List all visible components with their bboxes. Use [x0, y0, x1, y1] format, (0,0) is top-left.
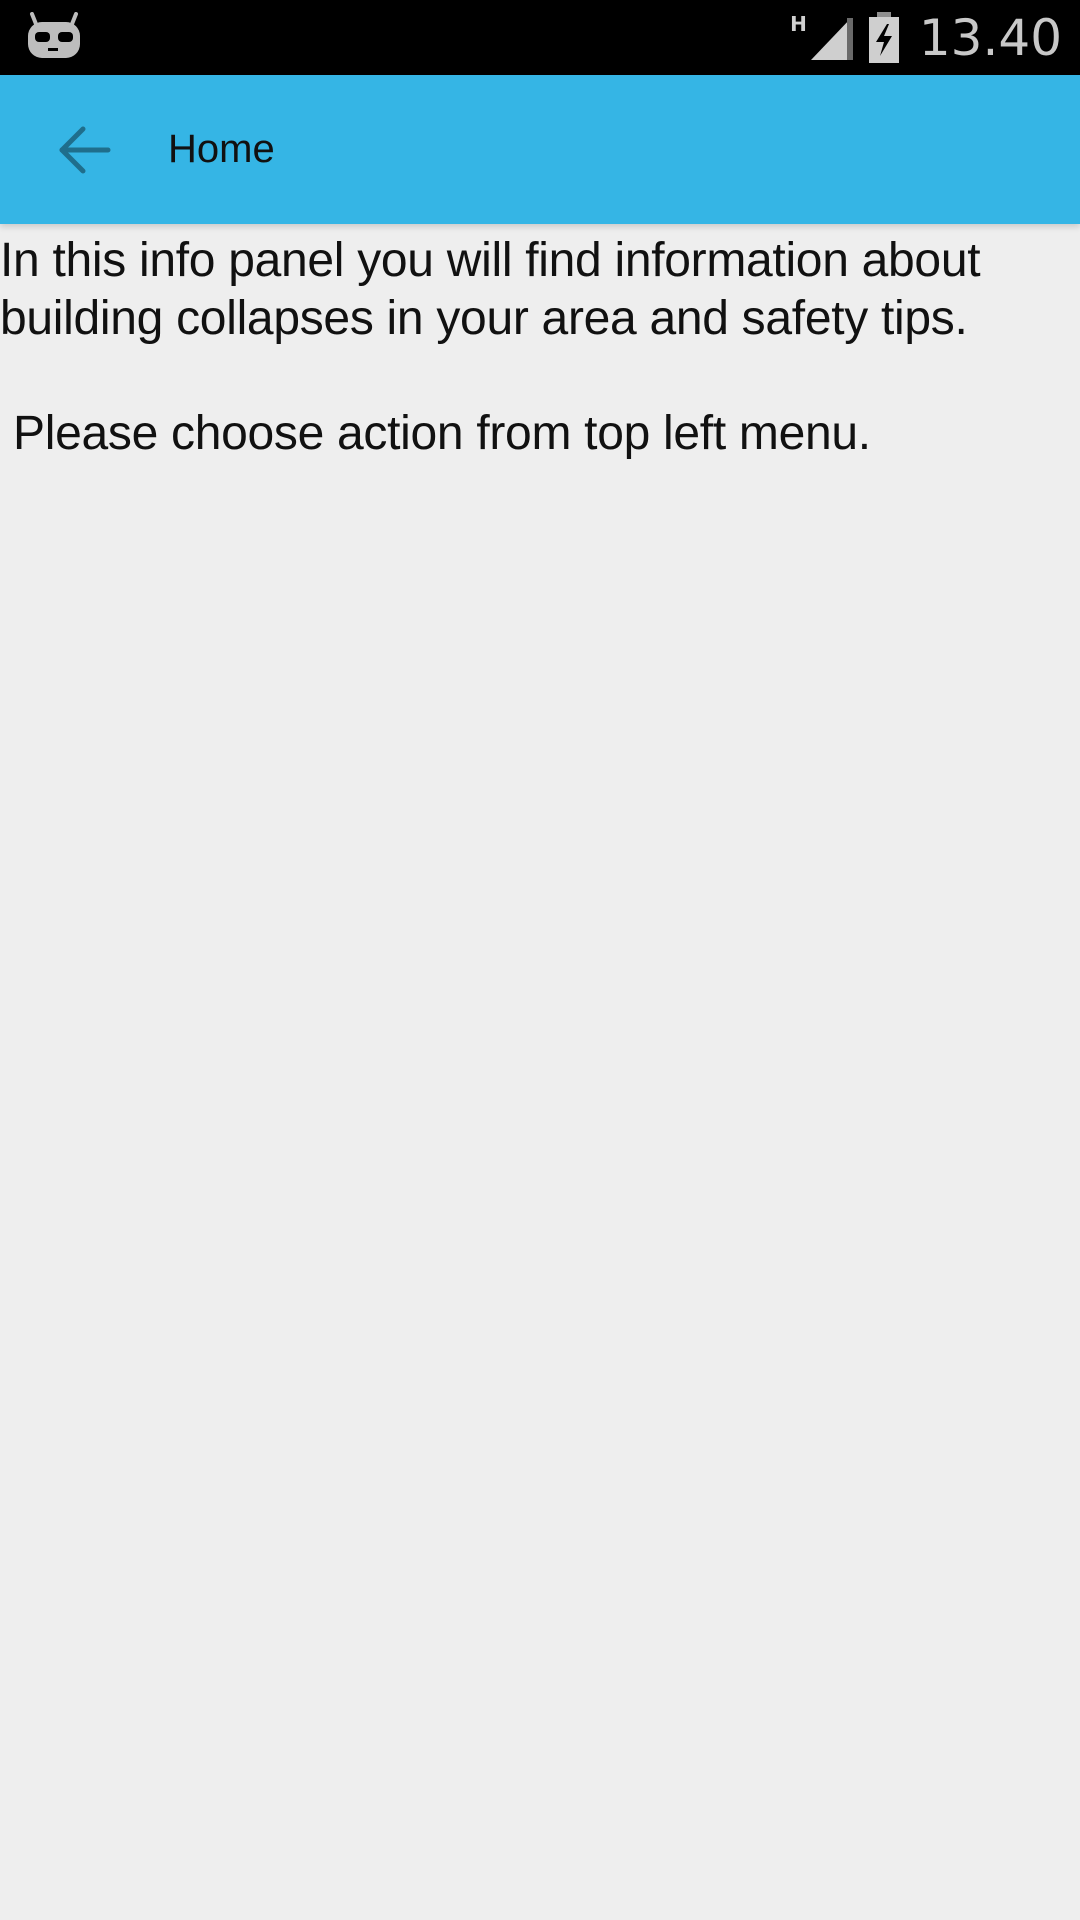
arrow-back-icon: [59, 126, 111, 174]
intro-text: In this info panel you will find informa…: [0, 234, 981, 345]
cyanogenmod-icon: [28, 12, 80, 58]
instruction-text: Please choose action from top left menu.: [13, 407, 871, 460]
network-type-label: H: [790, 12, 807, 36]
page-title: Home: [168, 127, 275, 171]
status-clock: 13.40: [918, 8, 1062, 67]
back-button[interactable]: [42, 113, 126, 187]
status-icons: H 13.40: [790, 0, 1062, 75]
signal-icon: [810, 17, 853, 60]
app-bar: Home: [0, 75, 1080, 224]
main-content: In this info panel you will find informa…: [0, 224, 1080, 463]
status-bar: H 13.40: [0, 0, 1080, 75]
battery-charging-icon: [868, 11, 899, 63]
